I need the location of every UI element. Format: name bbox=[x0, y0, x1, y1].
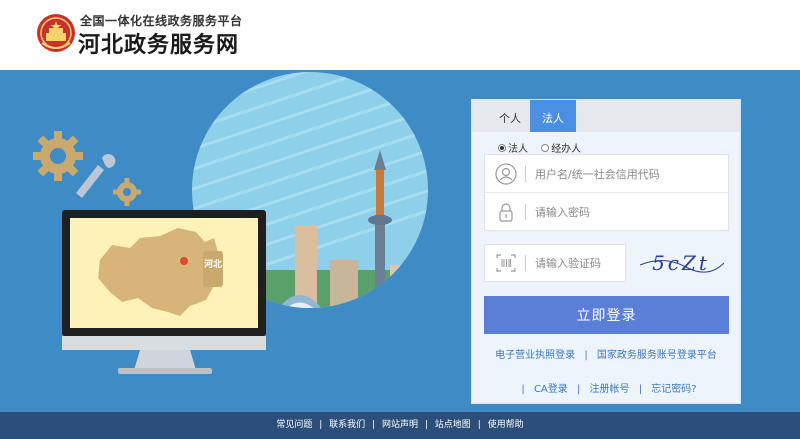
barcode-icon bbox=[496, 254, 516, 272]
map-region-label: 河北 bbox=[204, 258, 222, 270]
radio-legal-person-label: 法人 bbox=[508, 144, 528, 155]
username-field bbox=[485, 155, 728, 193]
credentials-box bbox=[484, 154, 729, 231]
field-separator bbox=[525, 166, 526, 182]
lock-icon bbox=[499, 203, 513, 222]
username-input[interactable] bbox=[535, 163, 715, 185]
footer-separator: | bbox=[372, 420, 376, 430]
footer-sitemap-link[interactable]: 站点地图 bbox=[435, 420, 471, 430]
wrench-icon bbox=[76, 154, 116, 198]
login-tabs: 个人 法人 bbox=[472, 100, 740, 132]
radio-checked-icon bbox=[498, 143, 506, 152]
field-separator bbox=[525, 255, 526, 271]
captcha-input[interactable] bbox=[535, 252, 620, 274]
register-link[interactable]: 注册帐号 bbox=[590, 384, 630, 395]
ca-login-link[interactable]: CA登录 bbox=[534, 384, 568, 395]
gear-icon bbox=[33, 131, 83, 181]
forgot-password-link[interactable]: 忘记密码? bbox=[651, 384, 696, 395]
footer-faq-link[interactable]: 常见问题 bbox=[276, 420, 312, 430]
radio-unchecked-icon bbox=[541, 143, 550, 152]
radio-agent[interactable]: 经办人 bbox=[541, 140, 581, 155]
footer-separator: | bbox=[319, 420, 323, 430]
password-input[interactable] bbox=[535, 201, 715, 223]
site-footer: 常见问题 | 联系我们 | 网站声明 | 站点地图 | 使用帮助 bbox=[0, 412, 800, 439]
account-links: | CA登录 | 注册帐号 | 忘记密码? bbox=[472, 380, 740, 395]
banner-illustration: 河北 bbox=[33, 72, 428, 374]
footer-contact-link[interactable]: 联系我们 bbox=[329, 420, 365, 430]
link-separator: | bbox=[584, 350, 588, 361]
radio-agent-label: 经办人 bbox=[551, 144, 582, 155]
login-submit-button[interactable]: 立即登录 bbox=[484, 296, 729, 334]
footer-separator: | bbox=[477, 420, 481, 430]
footer-statement-link[interactable]: 网站声明 bbox=[382, 420, 418, 430]
tab-personal[interactable]: 个人 bbox=[490, 100, 530, 132]
login-type-radios: 法人 经办人 bbox=[498, 140, 591, 155]
field-separator bbox=[525, 204, 526, 220]
national-emblem-icon bbox=[37, 14, 75, 52]
national-account-login-link[interactable]: 国家政务服务账号登录平台 bbox=[597, 350, 717, 361]
password-field bbox=[485, 193, 728, 231]
link-separator: | bbox=[576, 384, 581, 395]
captcha-field bbox=[484, 244, 626, 282]
radio-legal-person[interactable]: 法人 bbox=[498, 140, 528, 155]
e-license-login-link[interactable]: 电子营业执照登录 bbox=[495, 350, 575, 361]
alt-login-links: 电子营业执照登录 | 国家政务服务账号登录平台 bbox=[472, 346, 740, 361]
login-panel: 个人 法人 法人 经办人 用户名/统一社会信用代码 请输入验证码 5cZt 立即… bbox=[471, 99, 741, 404]
footer-separator: | bbox=[424, 420, 428, 430]
small-gear-icon bbox=[113, 178, 141, 206]
tab-legal-person[interactable]: 法人 bbox=[530, 100, 576, 132]
captcha-text: 5cZt bbox=[652, 251, 710, 275]
user-icon bbox=[495, 163, 517, 185]
captcha-image[interactable]: 5cZt bbox=[634, 245, 729, 281]
link-separator: | bbox=[521, 384, 525, 395]
captcha-field-inner bbox=[485, 245, 625, 281]
link-separator: | bbox=[638, 384, 643, 395]
site-header: 全国一体化在线政务服务平台 河北政务服务网 bbox=[0, 0, 800, 70]
footer-help-link[interactable]: 使用帮助 bbox=[488, 420, 524, 430]
site-title: 河北政务服务网 bbox=[78, 33, 240, 58]
